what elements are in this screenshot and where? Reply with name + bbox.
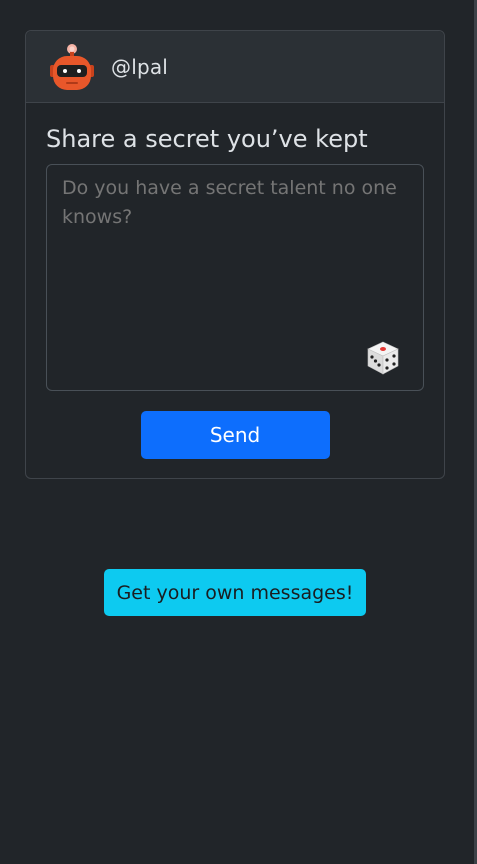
page: @lpal Share a secret you’ve kept Do you … — [0, 0, 477, 864]
send-row: Send — [46, 411, 424, 459]
robot-icon — [50, 43, 94, 90]
message-card: @lpal Share a secret you’ve kept Do you … — [25, 30, 445, 479]
dice-icon[interactable] — [365, 340, 401, 376]
username: @lpal — [111, 54, 169, 79]
get-own-messages-button[interactable]: Get your own messages! — [104, 569, 366, 616]
prompt-title: Share a secret you’ve kept — [46, 125, 368, 153]
profile-header: @lpal — [26, 31, 444, 103]
card-body: Share a secret you’ve kept Do you have a… — [26, 103, 444, 459]
send-button[interactable]: Send — [140, 411, 330, 459]
message-input-wrapper — [46, 164, 424, 391]
